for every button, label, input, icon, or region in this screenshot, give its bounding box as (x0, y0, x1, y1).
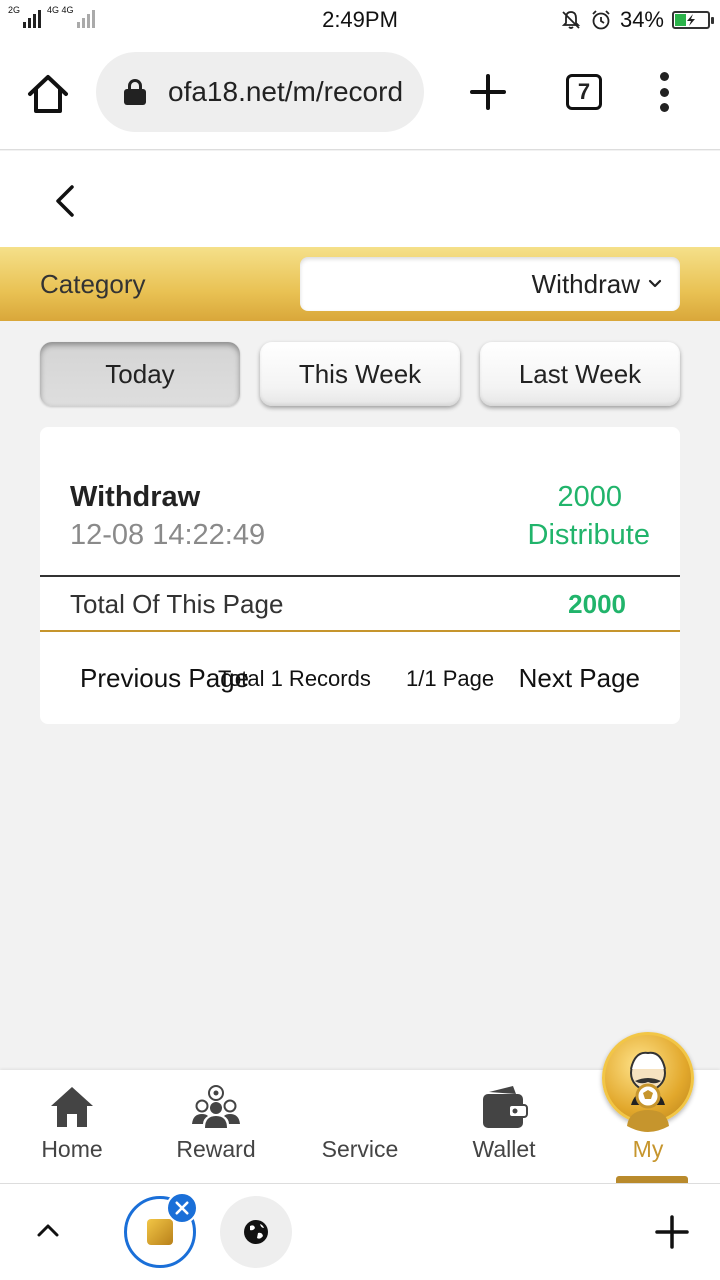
record-type: Withdraw (70, 481, 201, 513)
nav-wallet-label: Wallet (472, 1136, 536, 1162)
page-total-label: Total Of This Page (70, 589, 284, 619)
lock-icon (124, 79, 146, 105)
add-tab-icon[interactable] (654, 1214, 690, 1250)
nav-my[interactable]: My (576, 1070, 720, 1183)
record-amount: 2000 (557, 481, 622, 513)
record-card: Withdraw 12-08 14:22:49 2000 Distribute … (40, 427, 680, 724)
nav-home[interactable]: Home (0, 1070, 144, 1183)
nav-home-label: Home (41, 1136, 103, 1162)
battery-percent: 34% (619, 7, 664, 32)
record-time: 12-08 14:22:49 (70, 519, 266, 551)
category-select[interactable]: Withdraw (300, 257, 680, 311)
browser-bottom-bar (0, 1183, 720, 1280)
total-records: Total 1 Records (218, 666, 371, 691)
chevron-up-icon[interactable] (34, 1216, 62, 1244)
nav-wallet[interactable]: Wallet (432, 1070, 576, 1183)
page-header (0, 151, 720, 247)
home-icon (51, 1087, 93, 1127)
nav-service-label: Service (321, 1136, 399, 1162)
status-bar: 2G 4G 4G 2:49PM 34% (0, 0, 720, 38)
battery-charging-icon (672, 11, 714, 29)
nav-my-label: My (632, 1136, 664, 1162)
alarm-icon (592, 10, 610, 30)
new-tab-icon[interactable] (468, 72, 508, 112)
divider-accent (40, 630, 680, 632)
mute-bell-icon (561, 11, 581, 29)
tab-this-week[interactable]: This Week (260, 342, 460, 406)
reward-icon (192, 1085, 240, 1128)
tab-last-week[interactable]: Last Week (480, 342, 680, 406)
category-selected-value: Withdraw (531, 268, 640, 299)
overflow-menu-icon[interactable] (656, 72, 672, 112)
nav-reward[interactable]: Reward (144, 1070, 288, 1183)
nav-service[interactable]: Service (288, 1032, 694, 1183)
page-total-value: 2000 (568, 589, 626, 619)
address-bar[interactable]: ofa18.net/m/record (96, 52, 424, 132)
next-page-button[interactable]: Next Page (519, 663, 640, 694)
close-icon[interactable] (166, 1192, 198, 1224)
wallet-icon (483, 1086, 528, 1128)
browser-toolbar: ofa18.net/m/record 7 (0, 38, 720, 150)
divider (40, 575, 680, 577)
back-arrow-icon[interactable] (48, 181, 84, 221)
tab-today[interactable]: Today (40, 342, 240, 406)
page-indicator: 1/1 Page (406, 666, 495, 691)
home-icon[interactable] (26, 72, 70, 116)
tab-switcher-button[interactable]: 7 (566, 74, 602, 110)
chevron-down-icon (648, 279, 662, 288)
date-filter-tabs: Today This Week Last Week (40, 342, 680, 408)
nav-reward-label: Reward (176, 1136, 256, 1162)
pagination: Previous Page Total 1 Records 1/1 Page N… (40, 663, 680, 697)
url-text: ofa18.net/m/record (168, 76, 404, 107)
record-status: Distribute (527, 519, 651, 551)
bottom-nav: Home Reward Service Wallet My (0, 1032, 720, 1183)
category-bar: Category Withdraw (0, 247, 720, 321)
my-icon (627, 1083, 669, 1132)
globe-icon (244, 1220, 268, 1244)
active-tab-indicator (616, 1176, 688, 1183)
site-favicon (147, 1219, 173, 1245)
category-label: Category (40, 269, 146, 299)
globe-button[interactable] (220, 1196, 292, 1268)
